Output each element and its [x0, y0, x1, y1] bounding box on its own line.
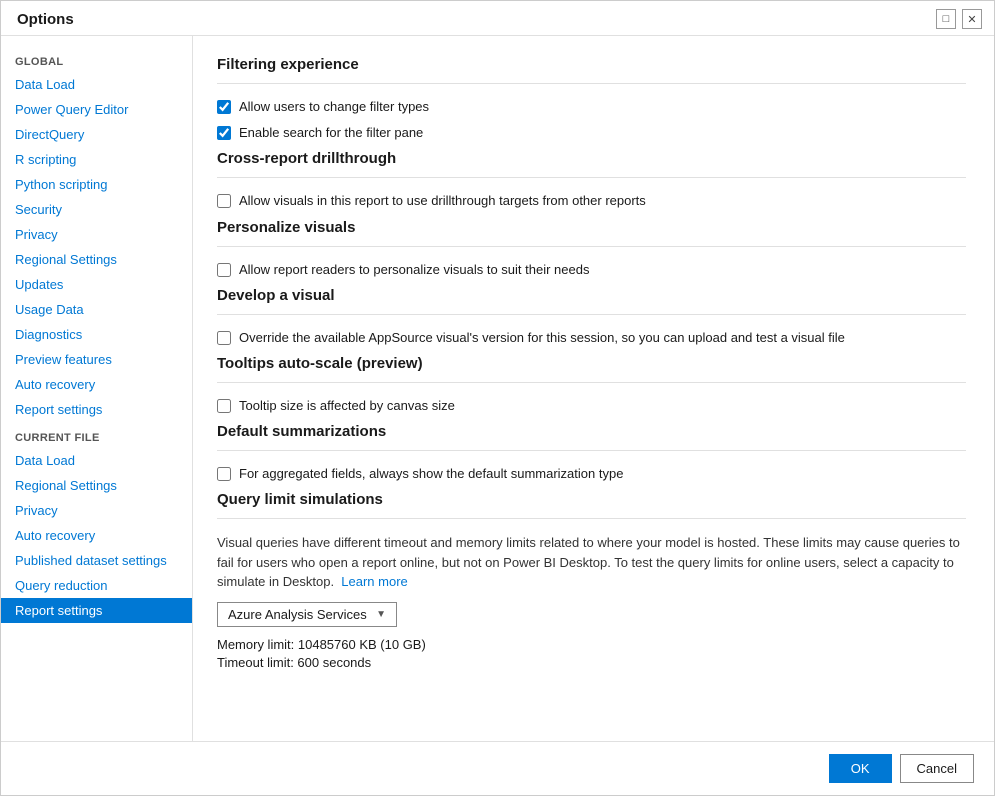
checkbox-default-summarization[interactable] — [217, 467, 231, 481]
dialog-title: Options — [17, 11, 74, 28]
capacity-dropdown[interactable]: Azure Analysis Services ▼ — [217, 602, 397, 627]
checkbox-override-appsource[interactable] — [217, 331, 231, 345]
sidebar-item-cf-data-load[interactable]: Data Load — [1, 448, 192, 473]
cancel-button[interactable]: Cancel — [900, 754, 974, 783]
divider-tooltips — [217, 382, 966, 383]
sidebar-item-r-scripting[interactable]: R scripting — [1, 147, 192, 172]
capacity-dropdown-value: Azure Analysis Services — [228, 607, 367, 622]
section-title-cross-report: Cross-report drillthrough — [217, 150, 966, 167]
sidebar-item-cf-published-dataset-settings[interactable]: Published dataset settings — [1, 548, 192, 573]
dialog-footer: OK Cancel — [1, 741, 994, 795]
checkbox-row-override-appsource: Override the available AppSource visual'… — [217, 329, 966, 347]
section-filtering-experience: Filtering experience Allow users to chan… — [217, 56, 966, 142]
section-title-default-summarizations: Default summarizations — [217, 423, 966, 440]
sidebar-item-direct-query[interactable]: DirectQuery — [1, 122, 192, 147]
divider-develop-visual — [217, 314, 966, 315]
query-limit-description: Visual queries have different timeout an… — [217, 533, 966, 592]
section-title-filtering: Filtering experience — [217, 56, 966, 73]
checkbox-row-enable-search: Enable search for the filter pane — [217, 124, 966, 142]
dialog-body: GLOBAL Data Load Power Query Editor Dire… — [1, 36, 994, 741]
main-content: Filtering experience Allow users to chan… — [193, 36, 994, 741]
sidebar-item-cf-report-settings[interactable]: Report settings — [1, 598, 192, 623]
checkbox-row-tooltip-canvas: Tooltip size is affected by canvas size — [217, 397, 966, 415]
label-allow-drillthrough: Allow visuals in this report to use dril… — [239, 192, 646, 210]
sidebar-item-auto-recovery[interactable]: Auto recovery — [1, 372, 192, 397]
sidebar-item-cf-regional-settings[interactable]: Regional Settings — [1, 473, 192, 498]
checkbox-row-default-summarization: For aggregated fields, always show the d… — [217, 465, 966, 483]
content-scroll-area[interactable]: Filtering experience Allow users to chan… — [193, 36, 994, 741]
sidebar-item-diagnostics[interactable]: Diagnostics — [1, 322, 192, 347]
divider-personalize — [217, 246, 966, 247]
section-title-develop-visual: Develop a visual — [217, 287, 966, 304]
sidebar-item-report-settings-global[interactable]: Report settings — [1, 397, 192, 422]
sidebar: GLOBAL Data Load Power Query Editor Dire… — [1, 36, 193, 741]
sidebar-item-cf-auto-recovery[interactable]: Auto recovery — [1, 523, 192, 548]
section-title-personalize: Personalize visuals — [217, 219, 966, 236]
checkbox-allow-personalize[interactable] — [217, 263, 231, 277]
section-title-tooltips: Tooltips auto-scale (preview) — [217, 355, 966, 372]
checkbox-row-personalize: Allow report readers to personalize visu… — [217, 261, 966, 279]
checkbox-row-drillthrough: Allow visuals in this report to use dril… — [217, 192, 966, 210]
options-dialog: Options □ ✕ GLOBAL Data Load Power Query… — [0, 0, 995, 796]
divider-query-limit — [217, 518, 966, 519]
section-cross-report-drillthrough: Cross-report drillthrough Allow visuals … — [217, 150, 966, 210]
label-default-summarization: For aggregated fields, always show the d… — [239, 465, 623, 483]
sidebar-item-data-load[interactable]: Data Load — [1, 72, 192, 97]
divider-filtering — [217, 83, 966, 84]
checkbox-enable-search-filter[interactable] — [217, 126, 231, 140]
sidebar-item-cf-privacy[interactable]: Privacy — [1, 498, 192, 523]
section-query-limit-simulations: Query limit simulations Visual queries h… — [217, 491, 966, 670]
section-personalize-visuals: Personalize visuals Allow report readers… — [217, 219, 966, 279]
sidebar-item-cf-query-reduction[interactable]: Query reduction — [1, 573, 192, 598]
window-controls: □ ✕ — [936, 9, 982, 29]
label-tooltip-canvas: Tooltip size is affected by canvas size — [239, 397, 455, 415]
label-enable-search-filter: Enable search for the filter pane — [239, 124, 423, 142]
section-default-summarizations: Default summarizations For aggregated fi… — [217, 423, 966, 483]
section-develop-visual: Develop a visual Override the available … — [217, 287, 966, 347]
checkbox-row-allow-filter-types: Allow users to change filter types — [217, 98, 966, 116]
global-section-label: GLOBAL — [1, 46, 192, 72]
sidebar-item-preview-features[interactable]: Preview features — [1, 347, 192, 372]
sidebar-item-security[interactable]: Security — [1, 197, 192, 222]
sidebar-item-regional-settings[interactable]: Regional Settings — [1, 247, 192, 272]
timeout-limit-text: Timeout limit: 600 seconds — [217, 655, 966, 670]
sidebar-item-power-query-editor[interactable]: Power Query Editor — [1, 97, 192, 122]
memory-limit-text: Memory limit: 10485760 KB (10 GB) — [217, 637, 966, 652]
checkbox-allow-filter-types[interactable] — [217, 100, 231, 114]
title-bar: Options □ ✕ — [1, 1, 994, 36]
checkbox-allow-drillthrough[interactable] — [217, 194, 231, 208]
label-allow-filter-types: Allow users to change filter types — [239, 98, 429, 116]
label-override-appsource: Override the available AppSource visual'… — [239, 329, 845, 347]
label-allow-personalize: Allow report readers to personalize visu… — [239, 261, 589, 279]
ok-button[interactable]: OK — [829, 754, 892, 783]
divider-cross-report — [217, 177, 966, 178]
section-title-query-limit: Query limit simulations — [217, 491, 966, 508]
chevron-down-icon: ▼ — [376, 609, 386, 620]
divider-default-summarizations — [217, 450, 966, 451]
minimize-button[interactable]: □ — [936, 9, 956, 29]
capacity-dropdown-container: Azure Analysis Services ▼ — [217, 602, 966, 627]
sidebar-item-usage-data[interactable]: Usage Data — [1, 297, 192, 322]
section-tooltips-auto-scale: Tooltips auto-scale (preview) Tooltip si… — [217, 355, 966, 415]
close-button[interactable]: ✕ — [962, 9, 982, 29]
learn-more-link[interactable]: Learn more — [341, 574, 407, 589]
sidebar-item-python-scripting[interactable]: Python scripting — [1, 172, 192, 197]
sidebar-item-privacy[interactable]: Privacy — [1, 222, 192, 247]
current-file-section-label: CURRENT FILE — [1, 422, 192, 448]
checkbox-tooltip-canvas[interactable] — [217, 399, 231, 413]
sidebar-item-updates[interactable]: Updates — [1, 272, 192, 297]
